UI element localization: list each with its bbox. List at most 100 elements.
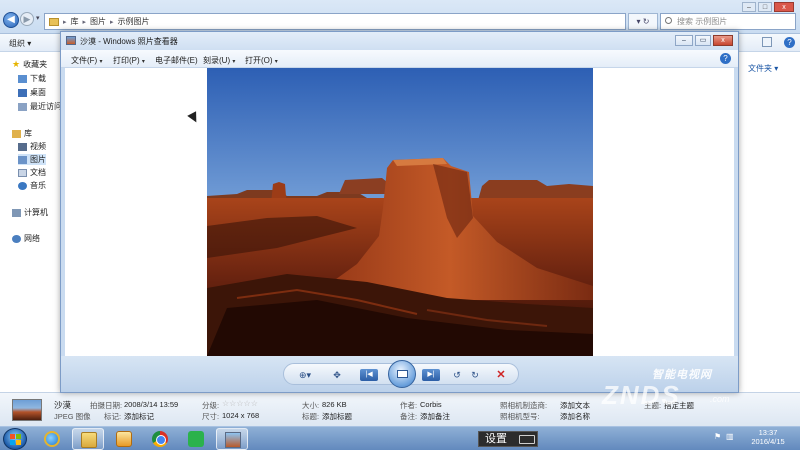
sidebar-item-network[interactable]: 网络 [12,233,40,244]
wechat-icon [188,431,204,447]
camera-model-value[interactable]: 添加名称 [560,411,590,422]
search-icon [665,17,672,24]
tray-network-icon[interactable]: ▥ [726,432,734,441]
camera-maker-value[interactable]: 添加文本 [560,400,590,411]
menu-file[interactable]: 文件(F) ▾ [71,55,102,66]
sidebar-item-libraries[interactable]: 库 [12,128,32,139]
image-canvas[interactable]: ES ? ▾ [65,68,734,383]
taskbar-explorer[interactable] [72,428,104,450]
camera-model-label: 照相机型号: [500,412,540,421]
start-button[interactable] [3,428,27,450]
subject-label: 主题: [644,401,662,410]
next-button[interactable]: ▶| [422,369,440,381]
address-bar[interactable]: ▸ 库 ▸ 图片 ▸ 示例图片 [44,13,626,30]
viewer-maximize-button[interactable]: ▭ [695,35,711,46]
chevron-right-icon: ▸ [110,18,114,26]
sidebar-label: 收藏夹 [23,60,48,69]
sidebar-item-videos[interactable]: 视频 [18,141,46,152]
rotate-right-icon[interactable]: ↻ [468,368,482,382]
sidebar-item-pictures[interactable]: 图片 [18,154,46,165]
forward-button[interactable]: ▶ [20,12,34,26]
tray-flag-icon[interactable]: ⚑ [714,432,721,441]
pictures-icon [18,155,27,164]
back-button[interactable]: ◀ [3,12,19,28]
sidebar-item-music[interactable]: 音乐 [18,180,46,191]
taskbar-media-player[interactable] [108,428,140,450]
recent-pages-dropdown[interactable]: ▾ [36,14,40,22]
search-input[interactable]: 搜索 示例图片 [660,13,796,30]
rotate-left-icon[interactable]: ↺ [450,368,464,382]
breadcrumb-library[interactable]: 库 [71,16,79,27]
minimize-button[interactable]: – [742,2,756,12]
file-name: 沙漠 [54,400,72,410]
taskbar-chrome[interactable] [144,428,176,450]
previous-button[interactable]: |◀ [360,369,378,381]
desert-photo [207,68,593,356]
size-value: 826 KB [322,400,347,409]
delete-icon[interactable]: ✕ [494,368,508,382]
arrange-by-dropdown[interactable]: 文件夹 ▾ [748,63,778,74]
network-icon [12,234,21,243]
menu-email[interactable]: 电子邮件(E) [155,55,198,66]
date-taken-value[interactable]: 2008/3/14 13:59 [124,400,178,409]
help-icon[interactable]: ? [720,53,731,64]
breadcrumb-sample-pictures[interactable]: 示例图片 [118,16,150,27]
sidebar-item-desktop[interactable]: 桌面 [18,87,46,98]
star-icon: ★ [12,59,21,69]
date-taken-label: 拍摄日期: [90,401,123,410]
menu-print[interactable]: 打印(P) ▾ [113,55,145,66]
sidebar-label: 桌面 [30,88,46,97]
star-icon[interactable]: ☆ [251,399,258,408]
actual-size-icon[interactable]: ✥ [330,368,344,382]
menu-open[interactable]: 打开(O) ▾ [245,55,278,66]
ime-settings-button[interactable]: 设置 [478,431,538,447]
slideshow-button[interactable] [388,360,416,388]
viewer-close-button[interactable]: x [713,35,733,46]
help-icon[interactable]: ? [784,37,795,48]
tags-value[interactable]: 添加标记 [124,411,154,422]
maximize-button[interactable]: □ [758,2,772,12]
star-icon[interactable]: ☆ [236,399,243,408]
viewer-minimize-button[interactable]: – [675,35,693,46]
sidebar-label: 网络 [24,234,40,243]
tags-label: 标记: [104,412,122,421]
taskbar-photo-viewer[interactable] [216,428,248,450]
zoom-icon[interactable]: ⊕▾ [294,368,316,382]
menu-burn[interactable]: 刻录(U) ▾ [203,55,235,66]
refresh-button[interactable]: ▾ ↻ [628,13,658,30]
sidebar-label: 图片 [30,155,46,164]
taskbar-wechat[interactable] [180,428,212,450]
chevron-down-icon: ▾ [141,59,145,65]
photo-viewer-window: 沙漠 - Windows 照片查看器 – ▭ x 文件(F) ▾ 打印(P) ▾… [60,31,739,393]
organize-button[interactable]: 组织 ▾ [9,38,31,49]
taskbar-ie[interactable] [36,428,68,450]
sidebar-label: 库 [24,129,32,138]
folder-icon [49,17,59,26]
viewer-titlebar: 沙漠 - Windows 照片查看器 – ▭ x [61,32,738,50]
sidebar-item-downloads[interactable]: 下载 [18,73,46,84]
recent-places-icon [18,102,27,111]
menu-label: 打印(P) [113,56,140,65]
desktop-icon [18,88,27,97]
close-button[interactable]: x [774,2,794,12]
breadcrumb-pictures[interactable]: 图片 [90,16,106,27]
dimensions-value: 1024 x 768 [222,411,260,420]
mouse-cursor-icon [187,111,201,125]
sidebar-label: 视频 [30,142,46,151]
sidebar-item-computer[interactable]: 计算机 [12,207,48,218]
windows-logo-icon [10,434,21,445]
taskbar-clock[interactable]: 13:37 2016/4/15 [740,428,796,446]
sidebar-item-favorites[interactable]: ★ 收藏夹 [12,59,47,70]
preview-pane-icon[interactable] [762,37,772,47]
document-icon [18,168,27,177]
chevron-right-icon: ▸ [63,18,67,26]
rating-stars[interactable]: ☆☆☆☆☆ [222,399,258,408]
comments-value[interactable]: 添加备注 [420,411,450,422]
title-value[interactable]: 添加标题 [322,411,352,422]
sidebar-label: 计算机 [24,208,48,217]
computer-icon [12,208,21,217]
sidebar-item-documents[interactable]: 文档 [18,167,46,178]
author-value[interactable]: Corbis [420,400,442,409]
star-icon[interactable]: ☆ [244,399,251,408]
subject-value[interactable]: 指定主题 [664,400,694,411]
